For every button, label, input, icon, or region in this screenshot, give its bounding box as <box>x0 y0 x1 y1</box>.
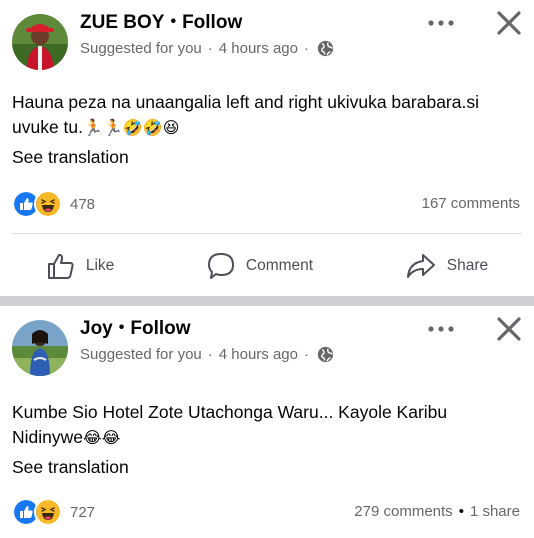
close-icon[interactable] <box>496 316 522 342</box>
post-text-part: Nidinywe <box>12 427 83 447</box>
post-text-line: uvuke tu.🏃🏃🤣🤣😆 <box>12 115 522 140</box>
share-icon <box>406 254 435 278</box>
follow-button[interactable]: Follow <box>182 12 242 33</box>
avatar[interactable] <box>12 14 68 70</box>
post-text-line: Nidinywe😂😂 <box>12 425 522 450</box>
comment-button[interactable]: Comment <box>206 251 313 281</box>
like-button[interactable]: Like <box>46 251 114 281</box>
post-text-line: Hauna peza na unaangalia left and right … <box>12 92 479 112</box>
post-meta: Suggested for you · 4 hours ago · <box>80 346 334 363</box>
reaction-count: 727 <box>70 503 96 521</box>
post-emojis: 😂😂 <box>83 428 121 447</box>
comment-icon <box>207 253 234 279</box>
globe-icon <box>317 40 334 57</box>
separator: · <box>207 346 213 363</box>
divider-line <box>12 233 522 234</box>
post-text-line: Kumbe Sio Hotel Zote Utachonga Waru... K… <box>12 402 448 422</box>
post-text: Kumbe Sio Hotel Zote Utachonga Waru... K… <box>12 400 522 450</box>
author-name[interactable]: ZUE BOY <box>80 12 164 33</box>
author-row: Joy • Follow <box>80 318 191 340</box>
avatar[interactable] <box>12 320 68 376</box>
separator-dot: • <box>170 13 177 30</box>
author-row: ZUE BOY • Follow <box>80 12 242 34</box>
suggested-label: Suggested for you <box>80 40 202 57</box>
timestamp[interactable]: 4 hours ago <box>219 40 298 57</box>
reaction-summary[interactable]: 727 <box>12 498 95 526</box>
see-translation-link[interactable]: See translation <box>12 147 129 168</box>
post-text: Hauna peza na unaangalia left and right … <box>12 90 522 140</box>
more-options-icon[interactable] <box>426 16 456 30</box>
feed-divider <box>0 296 534 306</box>
reaction-summary[interactable]: 478 <box>12 190 95 218</box>
like-label: Like <box>85 257 115 274</box>
reaction-count: 478 <box>70 195 96 213</box>
post-text-part: uvuke tu. <box>12 117 84 137</box>
action-bar: Like Comment Share <box>0 242 534 290</box>
separator-dot: • <box>118 319 125 336</box>
comment-count[interactable]: 279 comments <box>354 503 452 520</box>
more-options-icon[interactable] <box>426 322 456 336</box>
separator: · <box>207 40 213 57</box>
close-icon[interactable] <box>496 10 522 36</box>
comment-label: Comment <box>245 257 314 274</box>
timestamp[interactable]: 4 hours ago <box>219 346 298 363</box>
share-count[interactable]: 1 share <box>470 503 520 520</box>
post-meta: Suggested for you · 4 hours ago · <box>80 40 334 57</box>
post-card: Joy • Follow Suggested for you · 4 hours a… <box>0 306 534 538</box>
author-name[interactable]: Joy <box>80 318 113 339</box>
separator-dot: • <box>458 503 464 520</box>
post-card: ZUE BOY • Follow Suggested for you · 4 hou… <box>0 0 534 296</box>
haha-reaction-icon <box>34 498 62 526</box>
haha-reaction-icon <box>34 190 62 218</box>
separator: · <box>304 40 309 57</box>
share-label: Share <box>446 257 489 274</box>
globe-icon <box>317 346 334 363</box>
suggested-label: Suggested for you <box>80 346 202 363</box>
post-emojis: 🏃🏃🤣🤣😆 <box>83 118 180 137</box>
share-button[interactable]: Share <box>405 251 488 281</box>
thumbs-up-icon <box>47 253 74 279</box>
comment-count[interactable]: 167 comments <box>422 195 520 212</box>
engagement-stats: 279 comments • 1 share <box>354 503 520 520</box>
follow-button[interactable]: Follow <box>130 318 190 339</box>
separator: · <box>304 346 309 363</box>
see-translation-link[interactable]: See translation <box>12 457 129 478</box>
